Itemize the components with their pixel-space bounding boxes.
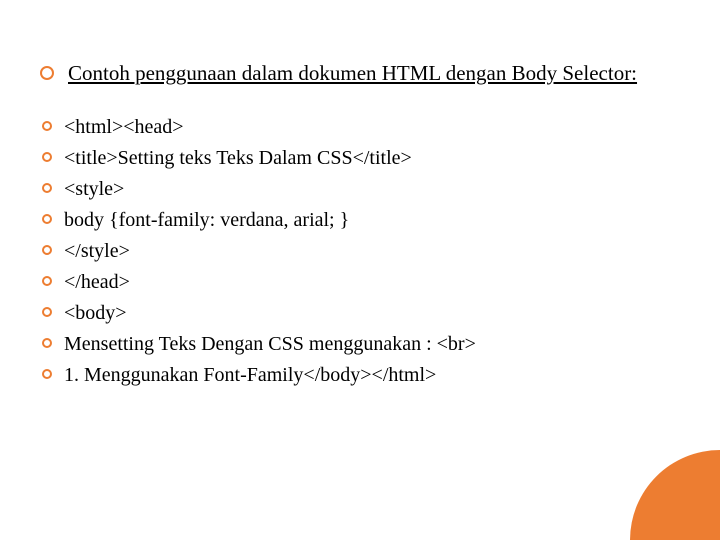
bullet-icon: [42, 307, 52, 317]
bullet-icon: [42, 214, 52, 224]
list-item-text: <title>Setting teks Teks Dalam CSS</titl…: [64, 145, 412, 172]
list-item-text: </style>: [64, 238, 130, 265]
corner-decoration: [630, 450, 720, 540]
bullet-icon: [42, 183, 52, 193]
list-item: <html><head>: [40, 114, 670, 141]
list-item: <body>: [40, 300, 670, 327]
list-item-text: <body>: [64, 300, 127, 327]
slide: Contoh penggunaan dalam dokumen HTML den…: [0, 0, 720, 540]
list-item-text: Mensetting Teks Dengan CSS menggunakan :…: [64, 331, 476, 358]
list-item: </head>: [40, 269, 670, 296]
bullet-icon: [42, 369, 52, 379]
list-item-text: 1. Menggunakan Font-Family</body></html>: [64, 362, 436, 389]
list-item: </style>: [40, 238, 670, 265]
bullet-icon: [42, 152, 52, 162]
bullet-icon: [42, 276, 52, 286]
list-item: <style>: [40, 176, 670, 203]
list-item: <title>Setting teks Teks Dalam CSS</titl…: [40, 145, 670, 172]
list-item-text: </head>: [64, 269, 130, 296]
list-item: body {font-family: verdana, arial; }: [40, 207, 670, 234]
list-item: Mensetting Teks Dengan CSS menggunakan :…: [40, 331, 670, 358]
bullet-icon: [40, 66, 54, 80]
bullet-icon: [42, 121, 52, 131]
heading-row: Contoh penggunaan dalam dokumen HTML den…: [40, 60, 670, 86]
bullet-icon: [42, 245, 52, 255]
list-item-text: <style>: [64, 176, 124, 203]
list-item-text: <html><head>: [64, 114, 184, 141]
slide-heading: Contoh penggunaan dalam dokumen HTML den…: [68, 60, 637, 86]
list-item: 1. Menggunakan Font-Family</body></html>: [40, 362, 670, 389]
list-item-text: body {font-family: verdana, arial; }: [64, 207, 349, 234]
bullet-icon: [42, 338, 52, 348]
